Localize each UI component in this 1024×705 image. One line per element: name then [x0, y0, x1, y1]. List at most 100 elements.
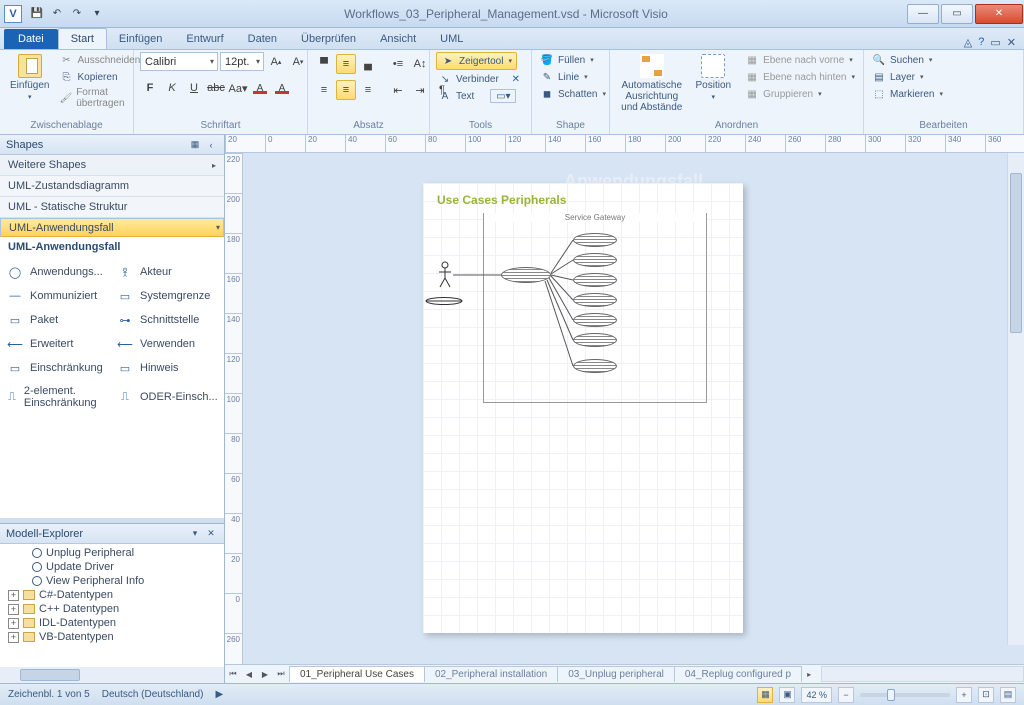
zoom-label-button[interactable]: 42 % [801, 687, 832, 703]
tree-group[interactable]: +VB-Datentypen [2, 630, 222, 644]
last-sheet-button[interactable]: ⏭ [273, 666, 289, 682]
increase-indent-button[interactable]: ⇥ [410, 80, 430, 100]
use-case-1[interactable] [573, 233, 617, 247]
expand-icon[interactable]: + [8, 618, 19, 629]
tree-group[interactable]: +C#-Datentypen [2, 588, 222, 602]
qat-undo-icon[interactable]: ↶ [48, 5, 66, 23]
zoom-in-button[interactable]: + [956, 687, 972, 703]
use-case-4[interactable] [573, 293, 617, 307]
decrease-indent-button[interactable]: ⇤ [388, 80, 408, 100]
help-icon[interactable]: ? [978, 36, 984, 49]
panel-menu-icon[interactable]: ▦ [188, 138, 202, 152]
align-left-button[interactable]: ≡ [314, 80, 334, 100]
tree-group[interactable]: +C++ Datentypen [2, 602, 222, 616]
line-button[interactable]: ✎Linie▾ [538, 69, 590, 85]
use-case-7[interactable] [573, 359, 617, 373]
bullets-button[interactable]: •≡ [388, 54, 408, 74]
shape-item[interactable]: —Kommuniziert [4, 285, 110, 307]
vertical-scrollbar[interactable] [1007, 153, 1024, 645]
italic-button[interactable]: K [162, 78, 182, 98]
stencil-cat-1[interactable]: UML - Statische Struktur [0, 197, 224, 218]
options-icon[interactable]: ▭ [990, 36, 1000, 49]
close-button[interactable]: ✕ [975, 4, 1023, 24]
language-indicator[interactable]: Deutsch (Deutschland) [102, 689, 204, 700]
more-shapes-row[interactable]: Weitere Shapes▸ [0, 155, 224, 176]
tab-entwurf[interactable]: Entwurf [174, 29, 235, 49]
font-name-select[interactable]: Calibri [140, 52, 218, 71]
explorer-close-icon[interactable]: ✕ [204, 527, 218, 541]
layer-button[interactable]: ▤Layer▾ [870, 69, 926, 85]
page[interactable]: Use Cases Peripherals Service Gateway [423, 183, 743, 633]
qat-save-icon[interactable]: 💾 [28, 5, 46, 23]
sheet-tab-1[interactable]: 02_Peripheral installation [424, 666, 558, 682]
align-right-button[interactable]: ≡ [358, 80, 378, 100]
tab-uml[interactable]: UML [428, 29, 475, 49]
select-button[interactable]: ⬚Markieren▾ [870, 86, 945, 102]
first-sheet-button[interactable]: ⏮ [225, 666, 241, 682]
shape-item[interactable]: ⎍2-element. Einschränkung [4, 381, 110, 413]
use-case-3[interactable] [573, 273, 617, 287]
send-backward-button[interactable]: ▦Ebene nach hinten▾ [743, 69, 857, 85]
close-doc-icon[interactable]: ✕ [1007, 36, 1016, 49]
shape-item[interactable]: ▭Einschränkung [4, 357, 110, 379]
actor-shape[interactable] [435, 261, 455, 292]
use-case-5[interactable] [573, 313, 617, 327]
shape-item[interactable]: ▭Systemgrenze [114, 285, 220, 307]
shape-item[interactable]: ⟵Verwenden [114, 333, 220, 355]
expand-icon[interactable]: + [8, 590, 19, 601]
font-size-select[interactable]: 12pt. [220, 52, 264, 71]
zoom-slider[interactable] [860, 693, 950, 697]
tab-einfuegen[interactable]: Einfügen [107, 29, 174, 49]
shape-item[interactable]: ▭Hinweis [114, 357, 220, 379]
case-button[interactable]: Aa▾ [228, 78, 248, 98]
tree-item[interactable]: Update Driver [2, 560, 222, 574]
use-case-6[interactable] [573, 333, 617, 347]
qat-redo-icon[interactable]: ↷ [68, 5, 86, 23]
switch-windows-button[interactable]: ▤ [1000, 687, 1016, 703]
shape-item[interactable]: 𖨆Akteur [114, 261, 220, 283]
pointer-tool-button[interactable]: ➤Zeigertool▾ [436, 52, 517, 70]
text-direction-button[interactable]: A↕ [410, 54, 430, 74]
sheet-tab-3[interactable]: 04_Replug configured p [674, 666, 802, 682]
expand-icon[interactable]: + [8, 604, 19, 615]
align-center-button[interactable]: ≡ [336, 80, 356, 100]
file-tab[interactable]: Datei [4, 29, 58, 49]
fit-window-button[interactable]: ⊡ [978, 687, 994, 703]
hscrollbar[interactable] [821, 666, 1024, 682]
shape-item[interactable]: ⟵Erweitert [4, 333, 110, 355]
shape-gallery-icon[interactable]: ▭▾ [490, 89, 516, 103]
connector-tool-button[interactable]: ↘Verbinder✕ [436, 71, 525, 87]
tree-item[interactable]: View Peripheral Info [2, 574, 222, 588]
bring-forward-button[interactable]: ▦Ebene nach vorne▾ [743, 52, 857, 68]
ribbon-minimize-icon[interactable]: ◬ [964, 36, 972, 49]
tab-daten[interactable]: Daten [236, 29, 289, 49]
cut-button[interactable]: ✂Ausschneiden [57, 52, 142, 68]
next-sheet-button[interactable]: ▶ [257, 666, 273, 682]
shape-item[interactable]: ⎍ODER-Einsch... [114, 381, 220, 413]
underline-button[interactable]: U [184, 78, 204, 98]
maximize-button[interactable]: ▭ [941, 4, 973, 24]
scroll-tabs-button[interactable]: ▸ [801, 666, 817, 682]
minimize-button[interactable]: — [907, 4, 939, 24]
tree-item[interactable]: Unplug Peripheral [2, 546, 222, 560]
bold-button[interactable]: F [140, 78, 160, 98]
text-tool-button[interactable]: AText▭▾ [436, 88, 518, 104]
auto-align-button[interactable]: Automatische Ausrichtung und Abstände [616, 52, 688, 115]
expand-icon[interactable]: + [8, 632, 19, 643]
font-color-button[interactable]: A [272, 78, 292, 98]
zoom-out-button[interactable]: − [838, 687, 854, 703]
fill-button[interactable]: 🪣Füllen▾ [538, 52, 596, 68]
copy-button[interactable]: ⎘Kopieren [57, 69, 142, 85]
group-button[interactable]: ▦Gruppieren▾ [743, 86, 857, 102]
shadow-button[interactable]: ◼Schatten▾ [538, 86, 608, 102]
highlight-button[interactable]: A [250, 78, 270, 98]
align-bottom-button[interactable]: ▄ [358, 54, 378, 74]
tab-start[interactable]: Start [58, 28, 107, 49]
qat-customize-icon[interactable]: ▾ [88, 5, 106, 23]
position-button[interactable]: Position ▾ [692, 52, 736, 103]
sheet-tab-0[interactable]: 01_Peripheral Use Cases [289, 666, 425, 682]
format-painter-button[interactable]: 🖌Format übertragen [57, 86, 142, 110]
panel-collapse-icon[interactable]: ‹ [204, 138, 218, 152]
strike-button[interactable]: abc [206, 78, 226, 98]
prev-sheet-button[interactable]: ◀ [241, 666, 257, 682]
